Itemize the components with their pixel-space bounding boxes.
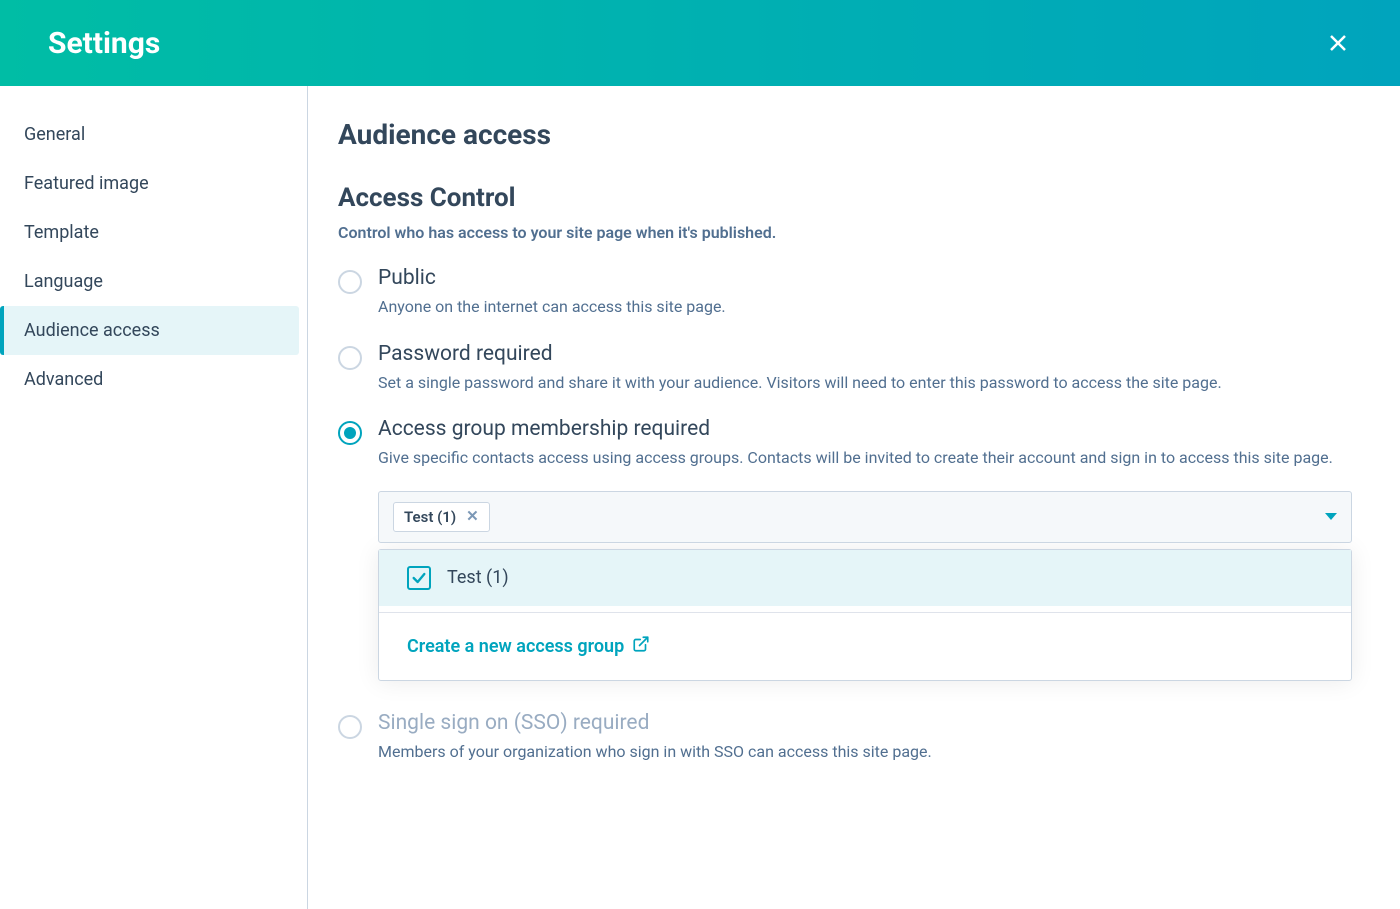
sidebar-item-label: Audience access	[24, 320, 160, 341]
page-title: Audience access	[338, 118, 1352, 151]
close-icon	[1326, 31, 1350, 55]
create-link-label: Create a new access group	[407, 636, 624, 657]
tag-remove-button[interactable]: ✕	[466, 509, 479, 524]
external-link-icon	[632, 635, 650, 658]
sidebar-item-label: Template	[24, 222, 99, 243]
radio-content: Public Anyone on the internet can access…	[378, 266, 1352, 320]
radio-description: Anyone on the internet can access this s…	[378, 294, 1352, 320]
header-title: Settings	[48, 26, 160, 61]
section-description: Control who has access to your site page…	[338, 223, 1352, 242]
radio-option-access-group[interactable]: Access group membership required Give sp…	[338, 417, 1352, 681]
dropdown-option-test[interactable]: Test (1)	[379, 550, 1351, 606]
radio-option-sso[interactable]: Single sign on (SSO) required Members of…	[338, 711, 1352, 765]
main-content: Audience access Access Control Control w…	[308, 86, 1400, 909]
radio-icon-selected	[338, 421, 362, 445]
radio-title: Access group membership required	[378, 417, 1352, 441]
radio-title: Password required	[378, 342, 1352, 366]
sidebar-item-featured-image[interactable]: Featured image	[0, 159, 299, 208]
create-access-group-link[interactable]: Create a new access group	[379, 613, 1351, 680]
settings-header: Settings	[0, 0, 1400, 86]
caret-down-icon	[1325, 513, 1337, 520]
tag-label: Test (1)	[404, 508, 456, 526]
close-button[interactable]	[1324, 29, 1352, 57]
sidebar-item-advanced[interactable]: Advanced	[0, 355, 299, 404]
sidebar-item-template[interactable]: Template	[0, 208, 299, 257]
radio-description: Set a single password and share it with …	[378, 370, 1352, 396]
access-group-dropdown: Test (1) Create a new access group	[378, 549, 1352, 681]
sidebar-item-label: General	[24, 124, 85, 145]
sidebar-item-language[interactable]: Language	[0, 257, 299, 306]
radio-icon	[338, 715, 362, 739]
sidebar: General Featured image Template Language…	[0, 86, 308, 909]
radio-content: Password required Set a single password …	[378, 342, 1352, 396]
body-container: General Featured image Template Language…	[0, 86, 1400, 909]
radio-description: Members of your organization who sign in…	[378, 739, 1352, 765]
radio-description: Give specific contacts access using acce…	[378, 445, 1352, 471]
radio-title: Single sign on (SSO) required	[378, 711, 1352, 735]
sidebar-item-audience-access[interactable]: Audience access	[0, 306, 299, 355]
radio-title: Public	[378, 266, 1352, 290]
radio-inner-dot	[344, 427, 356, 439]
sidebar-item-label: Language	[24, 271, 103, 292]
section-title: Access Control	[338, 183, 1352, 213]
dropdown-option-label: Test (1)	[447, 567, 509, 588]
access-group-multiselect[interactable]: Test (1) ✕	[378, 491, 1352, 543]
radio-option-password[interactable]: Password required Set a single password …	[338, 342, 1352, 396]
radio-content: Single sign on (SSO) required Members of…	[378, 711, 1352, 765]
radio-option-public[interactable]: Public Anyone on the internet can access…	[338, 266, 1352, 320]
radio-icon	[338, 270, 362, 294]
radio-icon	[338, 346, 362, 370]
radio-content: Access group membership required Give sp…	[378, 417, 1352, 681]
sidebar-item-label: Advanced	[24, 369, 103, 390]
sidebar-item-label: Featured image	[24, 173, 149, 194]
checkbox-checked-icon	[407, 566, 431, 590]
selected-tag: Test (1) ✕	[393, 502, 490, 532]
sidebar-item-general[interactable]: General	[0, 110, 299, 159]
